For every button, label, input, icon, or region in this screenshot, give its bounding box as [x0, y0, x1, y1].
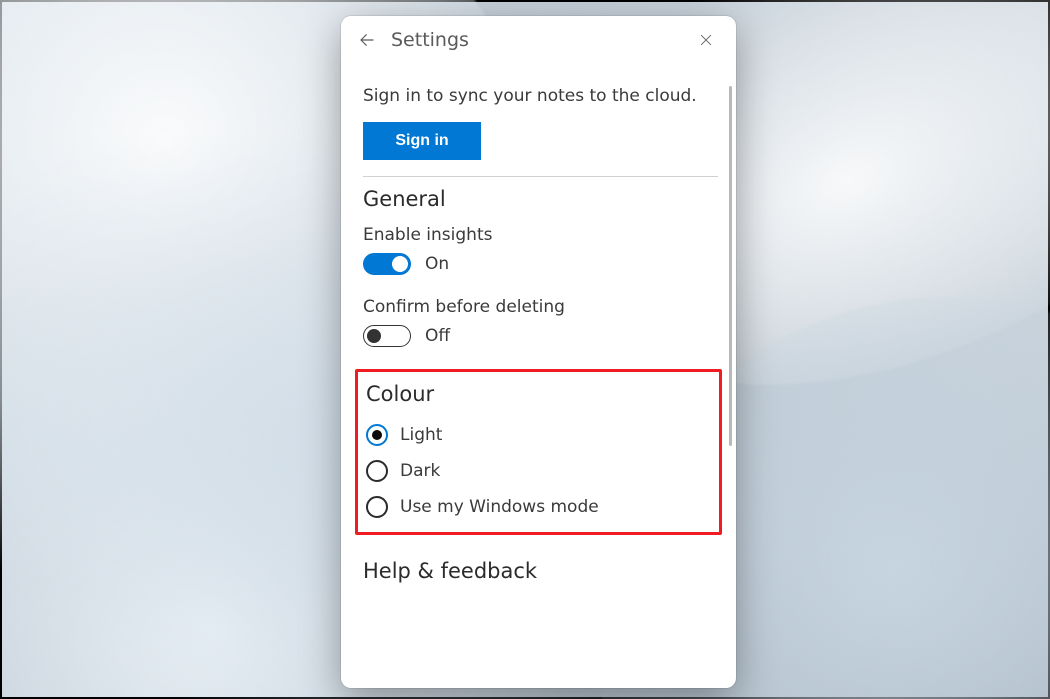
back-button[interactable]: [351, 24, 383, 56]
colour-heading: Colour: [366, 382, 711, 406]
window-title: Settings: [391, 29, 690, 51]
radio-label: Light: [400, 425, 442, 445]
desktop-background: Settings Sign in to sync your notes to t…: [0, 0, 1050, 699]
enable-insights-state: On: [425, 254, 449, 274]
radio-icon: [366, 460, 388, 482]
sync-prompt: Sign in to sync your notes to the cloud.: [363, 86, 718, 106]
enable-insights-row: On: [363, 253, 718, 275]
content-area: Sign in to sync your notes to the cloud.…: [341, 64, 736, 688]
confirm-delete-label: Confirm before deleting: [363, 297, 718, 317]
radio-label: Use my Windows mode: [400, 497, 599, 517]
settings-window: Settings Sign in to sync your notes to t…: [341, 16, 736, 688]
confirm-delete-state: Off: [425, 326, 450, 346]
confirm-delete-toggle[interactable]: [363, 325, 411, 347]
colour-section-highlight: Colour Light Dark Use my Windows mode: [355, 369, 722, 535]
colour-option-light[interactable]: Light: [366, 424, 711, 446]
radio-icon: [366, 496, 388, 518]
enable-insights-label: Enable insights: [363, 225, 718, 245]
close-icon: [699, 33, 713, 47]
confirm-delete-row: Off: [363, 325, 718, 347]
colour-radio-group: Light Dark Use my Windows mode: [366, 424, 711, 518]
close-button[interactable]: [690, 24, 722, 56]
back-arrow-icon: [358, 31, 376, 49]
settings-content: Sign in to sync your notes to the cloud.…: [341, 64, 736, 688]
enable-insights-toggle[interactable]: [363, 253, 411, 275]
titlebar: Settings: [341, 16, 736, 64]
divider: [363, 176, 718, 177]
colour-option-windows-mode[interactable]: Use my Windows mode: [366, 496, 711, 518]
help-feedback-heading: Help & feedback: [363, 559, 718, 583]
scrollbar-thumb[interactable]: [729, 86, 732, 446]
general-heading: General: [363, 187, 718, 211]
radio-icon: [366, 424, 388, 446]
colour-option-dark[interactable]: Dark: [366, 460, 711, 482]
sign-in-button[interactable]: Sign in: [363, 122, 481, 160]
radio-label: Dark: [400, 461, 440, 481]
